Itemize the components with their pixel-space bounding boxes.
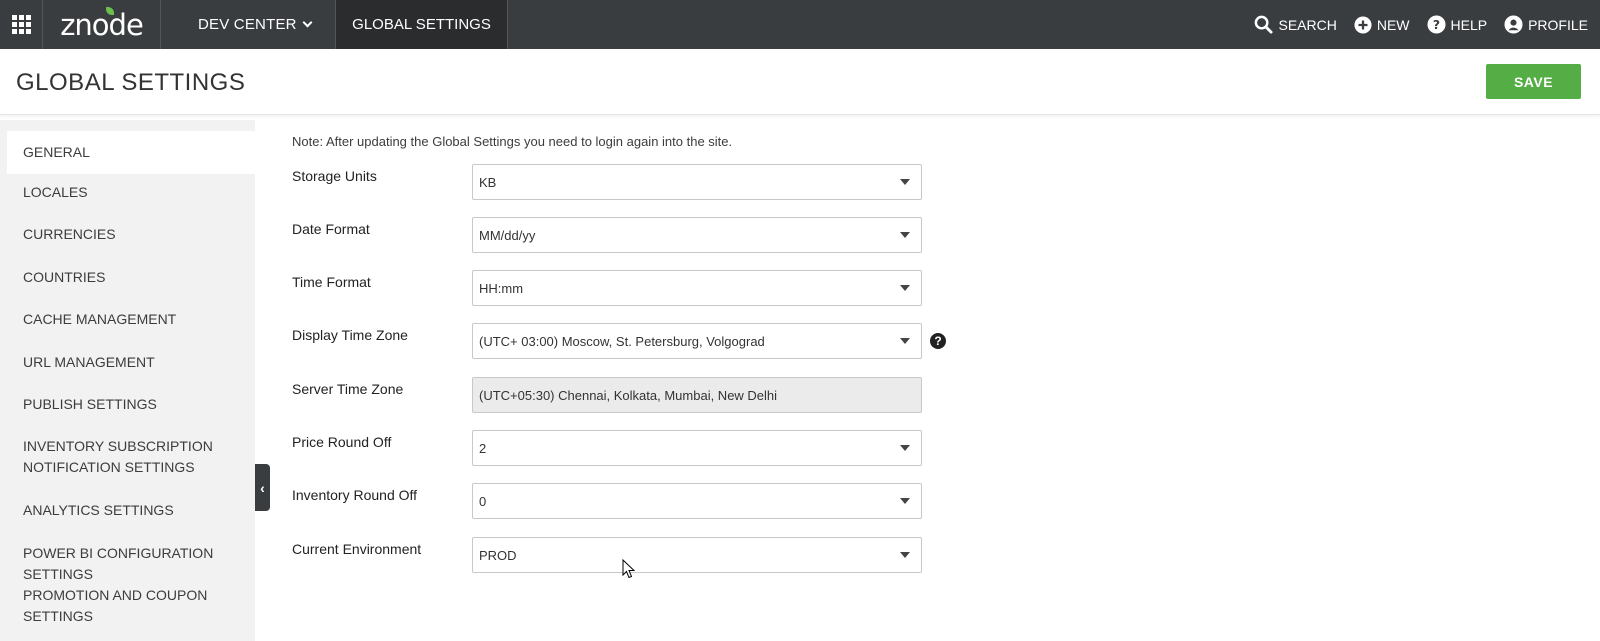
current-environment-value: PROD [479, 547, 517, 563]
server-time-zone-label: Server Time Zone [292, 381, 404, 397]
date-format-label: Date Format [292, 221, 370, 237]
sidebar-item-inventory-subscription[interactable]: INVENTORY SUBSCRIPTION NOTIFICATION SETT… [7, 436, 255, 478]
display-time-zone-label: Display Time Zone [292, 327, 408, 343]
search-button[interactable]: SEARCH [1254, 15, 1337, 34]
display-time-zone-value: (UTC+ 03:00) Moscow, St. Petersburg, Vol… [479, 333, 765, 349]
sidebar-item-cache-management[interactable]: CACHE MANAGEMENT [7, 309, 255, 330]
help-label: HELP [1450, 16, 1488, 33]
sidebar-item-publish-settings[interactable]: PUBLISH SETTINGS [7, 394, 255, 415]
time-format-value: HH:mm [479, 280, 524, 296]
caret-down-icon [900, 179, 910, 185]
server-time-zone-value: (UTC+05:30) Chennai, Kolkata, Mumbai, Ne… [479, 387, 778, 403]
caret-down-icon [900, 498, 910, 504]
logo-text: znode [60, 7, 144, 42]
current-environment-select[interactable]: PROD [472, 537, 922, 573]
server-time-zone-field: (UTC+05:30) Chennai, Kolkata, Mumbai, Ne… [472, 377, 922, 413]
save-button[interactable]: SAVE [1486, 64, 1581, 99]
sidebar-item-general[interactable]: GENERAL [7, 131, 255, 174]
sidebar-item-promotion-coupon[interactable]: PROMOTION AND COUPON SETTINGS [7, 585, 255, 627]
time-format-select[interactable]: HH:mm [472, 270, 922, 306]
time-format-label: Time Format [292, 274, 371, 290]
sidebar-item-label-line1: INVENTORY SUBSCRIPTION [23, 438, 213, 454]
profile-label: PROFILE [1528, 16, 1588, 33]
caret-down-icon [900, 285, 910, 291]
storage-units-label: Storage Units [292, 168, 377, 184]
settings-note: Note: After updating the Global Settings… [292, 134, 733, 149]
user-circle-icon [1504, 15, 1523, 34]
sidebar-item-currencies[interactable]: CURRENCIES [7, 224, 255, 245]
apps-grid-icon [11, 15, 31, 34]
sidebar-item-power-bi[interactable]: POWER BI CONFIGURATION SETTINGS [7, 543, 255, 585]
price-round-off-select[interactable]: 2 [472, 430, 922, 466]
date-format-select[interactable]: MM/dd/yy [472, 217, 922, 253]
page-header: GLOBAL SETTINGS SAVE [0, 49, 1600, 115]
mouse-pointer-icon [622, 559, 636, 579]
current-environment-label: Current Environment [292, 541, 422, 557]
search-label: SEARCH [1278, 16, 1337, 33]
app-launcher-button[interactable] [0, 0, 43, 49]
svg-text:?: ? [1432, 18, 1439, 32]
price-round-off-value: 2 [479, 440, 487, 456]
storage-units-select[interactable]: KB [472, 164, 922, 200]
tab-global-settings-label: GLOBAL SETTINGS [352, 16, 491, 33]
znode-logo[interactable]: znode [43, 0, 161, 49]
price-round-off-label: Price Round Off [292, 434, 392, 450]
caret-down-icon [900, 445, 910, 451]
new-button[interactable]: NEW [1354, 15, 1410, 34]
storage-units-value: KB [479, 174, 497, 190]
inventory-round-off-label: Inventory Round Off [292, 487, 418, 503]
date-format-value: MM/dd/yy [479, 227, 536, 243]
caret-down-icon [900, 338, 910, 344]
display-time-zone-select[interactable]: (UTC+ 03:00) Moscow, St. Petersburg, Vol… [472, 323, 922, 359]
question-circle-icon: ? [1426, 15, 1446, 34]
sidebar-item-label-line2: NOTIFICATION SETTINGS [23, 459, 195, 475]
caret-down-icon [900, 552, 910, 558]
tab-global-settings[interactable]: GLOBAL SETTINGS [336, 0, 508, 49]
profile-button[interactable]: PROFILE [1504, 15, 1588, 34]
chevron-down-icon [302, 17, 313, 28]
question-circle-icon[interactable]: ? [930, 333, 946, 349]
dev-center-label: DEV CENTER [198, 16, 297, 33]
caret-down-icon [900, 232, 910, 238]
page-title: GLOBAL SETTINGS [16, 69, 246, 96]
chevron-left-icon: ‹ [260, 479, 265, 496]
plus-circle-icon [1354, 15, 1372, 34]
settings-sidebar: GENERAL LOCALES CURRENCIES COUNTRIES CAC… [0, 120, 255, 641]
sidebar-item-analytics-settings[interactable]: ANALYTICS SETTINGS [7, 500, 255, 521]
sidebar-item-url-management[interactable]: URL MANAGEMENT [7, 352, 255, 373]
collapse-sidebar-button[interactable]: ‹ [255, 464, 270, 511]
sidebar-item-countries[interactable]: COUNTRIES [7, 267, 255, 288]
inventory-round-off-select[interactable]: 0 [472, 483, 922, 519]
new-label: NEW [1376, 16, 1410, 33]
help-button[interactable]: ? HELP [1426, 15, 1488, 34]
sidebar-item-locales[interactable]: LOCALES [7, 182, 255, 203]
top-right-actions: SEARCH NEW ? HELP PROFILE [1237, 0, 1600, 49]
inventory-round-off-value: 0 [479, 493, 487, 509]
top-navigation-bar: znode DEV CENTER GLOBAL SETTINGS SEARCH … [0, 0, 1600, 49]
search-icon [1255, 15, 1274, 34]
dev-center-menu[interactable]: DEV CENTER [161, 0, 336, 49]
